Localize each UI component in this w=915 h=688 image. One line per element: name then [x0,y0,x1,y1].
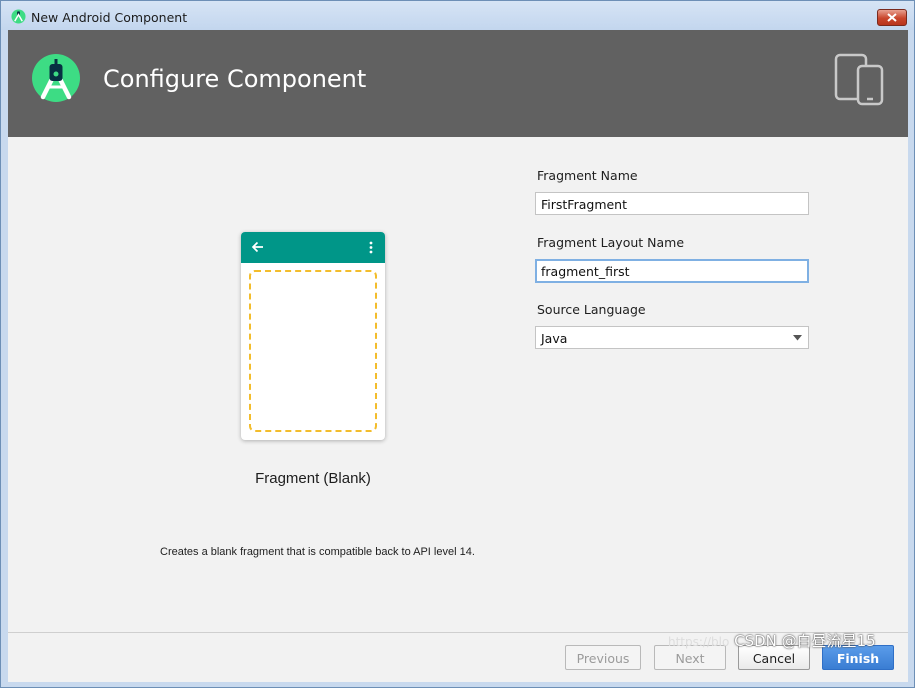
source-language-select[interactable]: Java [535,326,809,349]
fragment-layout-name-label: Fragment Layout Name [537,235,685,250]
fragment-layout-name-input[interactable]: fragment_first [535,259,809,283]
page-title: Configure Component [103,65,367,93]
watermark-url: https://blo [668,635,730,649]
fragment-preview-card [241,232,385,440]
template-description: Creates a blank fragment that is compati… [160,546,475,558]
preview-app-bar [241,232,385,263]
android-studio-app-icon [11,9,26,24]
template-name: Fragment (Blank) [255,470,371,487]
source-language-value: Java [541,331,568,346]
title-bar[interactable]: New Android Component [1,1,914,30]
chevron-down-icon [793,335,802,341]
watermark: https://blo CSDN @白昼流星15 [668,630,876,651]
fragment-name-input[interactable]: FirstFragment [535,192,809,215]
watermark-text: CSDN @白昼流星15 [734,632,876,650]
fragment-name-label: Fragment Name [537,168,638,183]
dialog-content: Configure Component Fragment (Blank) Cre… [8,30,908,682]
fragment-placeholder [249,270,377,432]
android-studio-logo [32,54,80,102]
previous-button[interactable]: Previous [565,645,641,670]
window-title: New Android Component [31,10,188,25]
wizard-header: Configure Component [8,30,908,137]
close-x-icon [887,13,897,22]
overflow-menu-icon [369,241,373,254]
dialog-window: New Android Component Configure Componen… [0,0,915,688]
source-language-label: Source Language [537,302,646,317]
close-button[interactable] [877,9,907,26]
back-arrow-icon [251,241,263,253]
phone-tablet-icon [834,53,884,106]
